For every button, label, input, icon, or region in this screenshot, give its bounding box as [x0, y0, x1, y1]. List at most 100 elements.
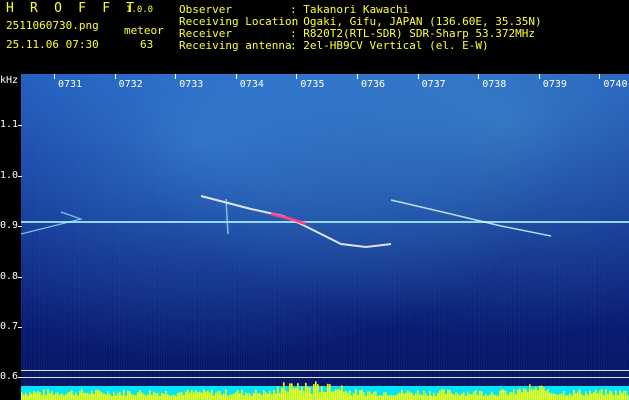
- level-bar: [99, 390, 101, 400]
- level-bar: [589, 391, 591, 400]
- level-bar: [347, 392, 349, 400]
- level-bar: [231, 394, 233, 400]
- level-bar: [125, 395, 127, 400]
- level-bar: [111, 395, 113, 400]
- level-bar: [171, 395, 173, 400]
- level-bar: [421, 395, 423, 400]
- level-bar: [307, 387, 309, 400]
- y-axis-unit: kHz: [0, 75, 19, 86]
- level-bar: [549, 392, 551, 400]
- level-bar: [123, 389, 125, 400]
- level-bar: [89, 394, 91, 400]
- level-bar: [225, 389, 227, 400]
- level-bar: [569, 393, 571, 400]
- level-bar: [463, 392, 465, 400]
- level-bar: [399, 392, 401, 400]
- app-title: H R O F F T: [6, 1, 139, 16]
- level-bar: [467, 391, 469, 400]
- level-bar: [465, 395, 467, 400]
- level-bar: [101, 392, 103, 400]
- time-tick-mark: [235, 74, 237, 79]
- level-bar: [117, 392, 119, 400]
- level-bar: [337, 389, 339, 400]
- level-bar: [359, 390, 361, 400]
- level-bar: [145, 395, 147, 400]
- level-bar: [609, 390, 611, 400]
- level-bar: [363, 392, 365, 400]
- level-bar: [47, 389, 49, 400]
- level-bar: [211, 389, 213, 400]
- time-tick-label: 0735: [300, 79, 325, 90]
- level-bar: [33, 391, 35, 400]
- level-bar: [313, 384, 315, 400]
- level-bar: [383, 392, 385, 400]
- level-bar: [321, 386, 323, 400]
- level-bar: [139, 390, 141, 400]
- level-bar: [355, 389, 357, 400]
- level-bar: [493, 394, 495, 400]
- level-bar: [219, 391, 221, 400]
- level-bar: [181, 392, 183, 400]
- level-bar: [455, 391, 457, 400]
- level-bar: [521, 391, 523, 400]
- level-bar: [165, 390, 167, 400]
- level-bar: [561, 393, 563, 400]
- level-bar: [591, 393, 593, 400]
- level-bar: [501, 389, 503, 400]
- level-bar: [405, 392, 407, 400]
- time-tick-label: 0736: [361, 79, 386, 90]
- level-bar: [37, 391, 39, 400]
- level-bar: [43, 389, 45, 400]
- time-tick-mark: [114, 74, 116, 79]
- level-bar: [73, 395, 75, 400]
- level-bar: [285, 390, 287, 400]
- level-bar: [425, 393, 427, 400]
- time-tick-label: 0740: [603, 79, 628, 90]
- level-bar: [623, 391, 625, 400]
- level-bar: [259, 393, 261, 400]
- level-bar: [227, 395, 229, 400]
- level-bar: [191, 389, 193, 400]
- level-bar: [45, 395, 47, 400]
- level-bar: [245, 392, 247, 400]
- level-bar: [621, 392, 623, 400]
- level-bar: [161, 392, 163, 400]
- level-bar: [243, 395, 245, 400]
- level-bar: [555, 394, 557, 400]
- level-bar: [391, 394, 393, 400]
- level-bar: [71, 390, 73, 400]
- level-bar: [413, 395, 415, 400]
- time-tick-label: 0737: [421, 79, 446, 90]
- level-bar: [51, 391, 53, 400]
- level-bar: [427, 395, 429, 400]
- level-bar: [419, 394, 421, 400]
- level-bar: [339, 389, 341, 400]
- level-bar: [579, 389, 581, 400]
- level-bar: [23, 395, 25, 400]
- level-bar: [323, 391, 325, 400]
- level-bar: [81, 389, 83, 400]
- level-bar: [177, 392, 179, 400]
- y-tick-label: 0.7: [0, 321, 19, 332]
- level-bar: [551, 393, 553, 400]
- level-bar: [523, 388, 525, 400]
- level-bar: [297, 383, 299, 400]
- y-tick-mark: [18, 226, 22, 227]
- level-bar: [135, 395, 137, 400]
- level-bar: [201, 392, 203, 400]
- y-tick-mark: [18, 327, 22, 328]
- level-bar: [411, 392, 413, 400]
- level-bar: [563, 391, 565, 400]
- level-bar: [457, 393, 459, 400]
- level-bar: [511, 391, 513, 400]
- level-bar: [281, 387, 283, 400]
- level-bar: [189, 392, 191, 400]
- level-bar: [583, 395, 585, 400]
- level-bar: [207, 390, 209, 400]
- level-bar: [293, 388, 295, 400]
- level-bar: [335, 389, 337, 400]
- level-bar: [613, 395, 615, 400]
- level-bar: [223, 393, 225, 400]
- level-bar: [59, 394, 61, 400]
- time-tick-label: 0738: [482, 79, 507, 90]
